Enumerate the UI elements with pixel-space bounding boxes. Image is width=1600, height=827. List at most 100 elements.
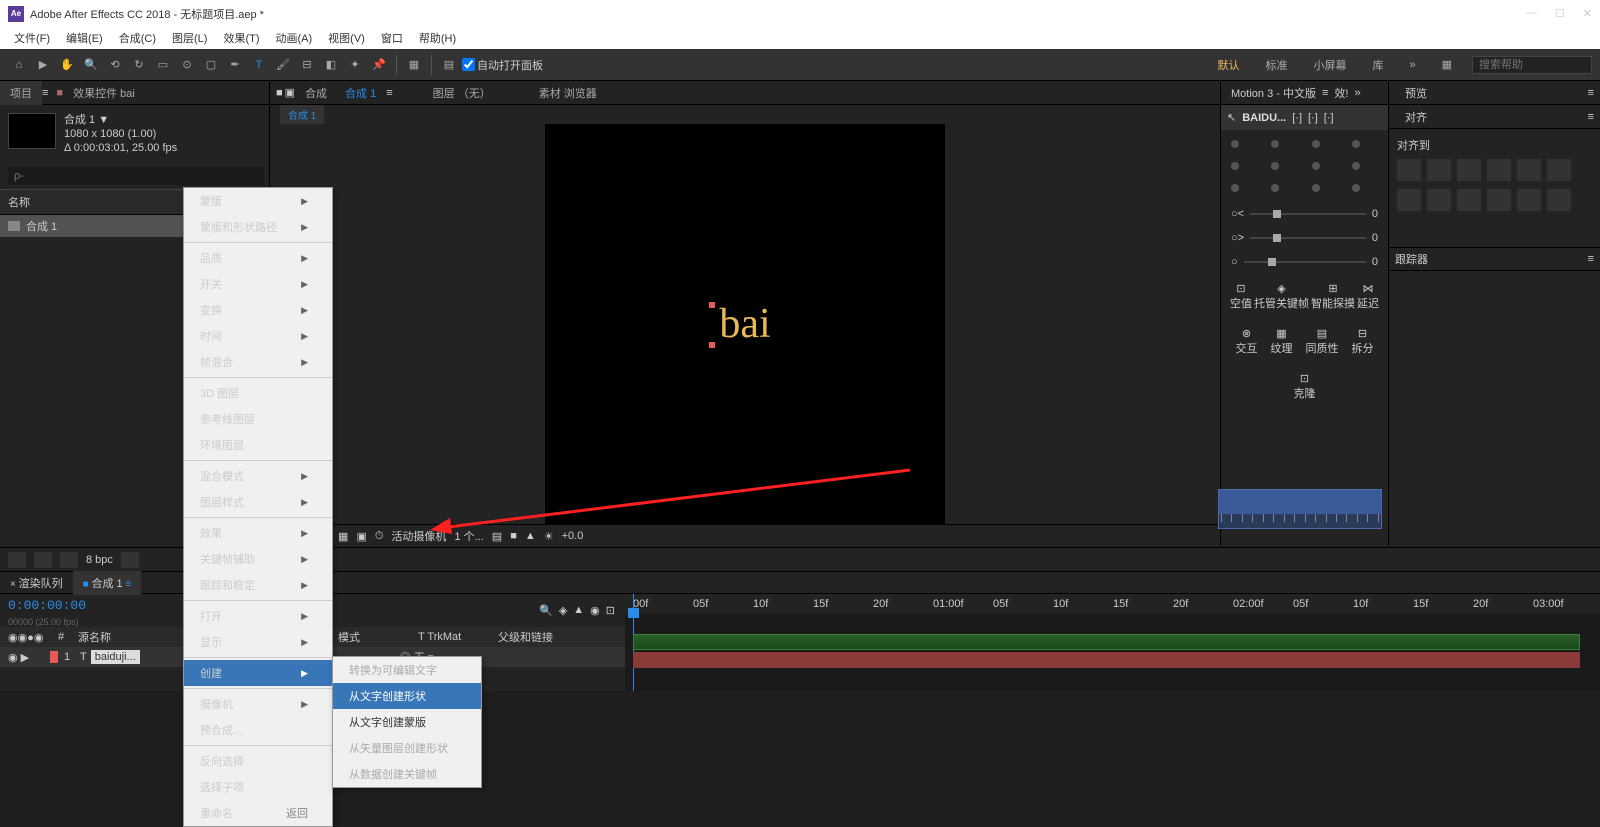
tab-fx[interactable]: 效! bbox=[1328, 81, 1354, 105]
align-right-button[interactable] bbox=[1457, 159, 1481, 181]
workspace-small[interactable]: 小屏幕 bbox=[1307, 55, 1352, 75]
tab-preview[interactable]: 预览 bbox=[1395, 81, 1437, 105]
col-trkmat[interactable]: T TrkMat bbox=[410, 631, 490, 643]
trash-button[interactable] bbox=[121, 552, 139, 568]
brush-tool[interactable]: 🖌 bbox=[272, 54, 294, 76]
exposure-value[interactable]: +0.0 bbox=[562, 530, 584, 542]
camera-dropdown[interactable]: 活动摄像机 bbox=[391, 528, 446, 544]
anchor-dot[interactable] bbox=[1231, 162, 1239, 170]
ctx-item-13[interactable]: 关键帧辅助▶ bbox=[184, 546, 332, 572]
zoom-tool[interactable]: 🔍 bbox=[80, 54, 102, 76]
anchor-dot[interactable] bbox=[1312, 140, 1320, 148]
ctx-item-22[interactable]: 重命名返回 bbox=[184, 800, 332, 826]
pan-behind-tool[interactable]: ⊙ bbox=[176, 54, 198, 76]
maximize-button[interactable]: ☐ bbox=[1555, 7, 1565, 20]
text-handle[interactable] bbox=[709, 302, 715, 308]
ctx-item-10[interactable]: 混合模式▶ bbox=[184, 463, 332, 489]
ctx-item-12[interactable]: 效果▶ bbox=[184, 520, 332, 546]
ctx-item-6[interactable]: 帧混合▶ bbox=[184, 349, 332, 375]
selection-tool[interactable]: ▶ bbox=[32, 54, 54, 76]
snap-icon[interactable]: ▦ bbox=[403, 54, 425, 76]
text-layer[interactable]: bai bbox=[719, 300, 770, 348]
menu-help[interactable]: 帮助(H) bbox=[413, 28, 462, 48]
col-source[interactable]: 源名称 bbox=[70, 629, 190, 645]
ctx-item-18[interactable]: 摄像机▶ bbox=[184, 691, 332, 717]
menu-file[interactable]: 文件(F) bbox=[8, 28, 56, 48]
ctx-item-5[interactable]: 时间▶ bbox=[184, 323, 332, 349]
eraser-tool[interactable]: ◧ bbox=[320, 54, 342, 76]
ctx-item-14[interactable]: 跟踪和稳定▶ bbox=[184, 572, 332, 598]
ctx-item-1[interactable]: 蒙版和形状路径▶ bbox=[184, 214, 332, 240]
menu-window[interactable]: 窗口 bbox=[375, 28, 409, 48]
workspace-grid-icon[interactable]: ▦ bbox=[1436, 56, 1458, 73]
anchor-dot[interactable] bbox=[1312, 162, 1320, 170]
roto-tool[interactable]: ✦ bbox=[344, 54, 366, 76]
anchor-dot[interactable] bbox=[1352, 140, 1360, 148]
ctx-item-0[interactable]: 蒙版▶ bbox=[184, 188, 332, 214]
ctx-item-21[interactable]: 选择子项 bbox=[184, 774, 332, 800]
workspace-standard[interactable]: 标准 bbox=[1259, 55, 1293, 75]
ctx-item-4[interactable]: 变换▶ bbox=[184, 297, 332, 323]
text-handle[interactable] bbox=[709, 342, 715, 348]
bracket-icon[interactable]: [·] bbox=[1324, 112, 1334, 124]
help-search[interactable] bbox=[1472, 56, 1592, 74]
slider-track[interactable] bbox=[1250, 213, 1366, 215]
tab-menu-icon[interactable]: ≡ bbox=[42, 87, 48, 99]
dist-top-button[interactable] bbox=[1487, 189, 1511, 211]
dist-hcenter-button[interactable] bbox=[1427, 189, 1451, 211]
exposure-icon[interactable]: ☀ bbox=[544, 530, 554, 543]
grid-icon[interactable]: ▦ bbox=[338, 530, 348, 543]
motion-null-button[interactable]: ⊡空值 bbox=[1230, 282, 1252, 311]
motion-interact-button[interactable]: ⊗交互 bbox=[1236, 327, 1258, 356]
motion-delay-button[interactable]: ⋈延迟 bbox=[1357, 282, 1379, 311]
layer-toggles[interactable]: ◉ ▶ bbox=[0, 651, 50, 664]
slider-thumb[interactable] bbox=[1268, 258, 1276, 266]
pen-tool[interactable]: ✒ bbox=[224, 54, 246, 76]
align-icon[interactable]: ▤ bbox=[438, 54, 460, 76]
pixel-icon[interactable]: ■ bbox=[510, 530, 517, 542]
col-number[interactable]: # bbox=[50, 631, 70, 643]
ctx-item-20[interactable]: 反向选择 bbox=[184, 748, 332, 774]
align-top-button[interactable] bbox=[1487, 159, 1511, 181]
tab-menu-icon[interactable]: ≡ bbox=[386, 87, 392, 99]
new-folder-button[interactable] bbox=[60, 552, 78, 568]
tab-effect-controls[interactable]: 效果控件 bai bbox=[63, 81, 145, 105]
tab-render-queue[interactable]: × 渲染队列 bbox=[0, 571, 73, 595]
panel-menu-icon[interactable]: ≡ bbox=[1588, 253, 1594, 265]
layer-color[interactable] bbox=[50, 651, 58, 663]
ctx-item-2[interactable]: 品质▶ bbox=[184, 245, 332, 271]
align-left-button[interactable] bbox=[1397, 159, 1421, 181]
motion-homog-button[interactable]: ▤同质性 bbox=[1306, 327, 1339, 356]
anchor-dot[interactable] bbox=[1231, 184, 1239, 192]
motion-texture-button[interactable]: ▦纹理 bbox=[1271, 327, 1293, 356]
align-vcenter-button[interactable] bbox=[1517, 159, 1541, 181]
bracket-icon[interactable]: [·] bbox=[1292, 112, 1302, 124]
tl-icon[interactable]: ◉ bbox=[590, 604, 600, 617]
workspace-library[interactable]: 库 bbox=[1366, 55, 1389, 75]
view-icon[interactable]: ▤ bbox=[492, 530, 502, 543]
menu-animation[interactable]: 动画(A) bbox=[270, 28, 319, 48]
layer-name[interactable]: baiduji... bbox=[91, 650, 140, 664]
menu-edit[interactable]: 编辑(E) bbox=[60, 28, 109, 48]
ctx-item-16[interactable]: 显示▶ bbox=[184, 629, 332, 655]
lock-icon[interactable]: ■ bbox=[276, 87, 283, 99]
viewer[interactable]: bai bbox=[270, 124, 1220, 524]
mask-icon[interactable]: ▣ bbox=[356, 530, 366, 543]
project-search[interactable] bbox=[8, 167, 264, 185]
anchor-dot[interactable] bbox=[1312, 184, 1320, 192]
slider-thumb[interactable] bbox=[1273, 234, 1281, 242]
minimize-button[interactable]: — bbox=[1526, 7, 1537, 20]
motion-clone-button[interactable]: ⊡克隆 bbox=[1294, 372, 1316, 401]
folder-icon[interactable]: ▣ bbox=[285, 86, 295, 99]
anchor-dot[interactable] bbox=[1352, 184, 1360, 192]
rotate-tool[interactable]: ↻ bbox=[128, 54, 150, 76]
time-navigator[interactable] bbox=[1218, 489, 1382, 529]
camera-tool[interactable]: ▭ bbox=[152, 54, 174, 76]
panel-menu-icon[interactable]: ≡ bbox=[1588, 111, 1594, 123]
panel-menu-icon[interactable]: ≡ bbox=[1588, 87, 1594, 99]
slider-track[interactable] bbox=[1244, 261, 1366, 263]
tab-align[interactable]: 对齐 bbox=[1395, 105, 1437, 129]
autopanel-checkbox[interactable] bbox=[462, 58, 475, 71]
folder-button[interactable] bbox=[8, 552, 26, 568]
timecode[interactable]: 0:00:00:00 bbox=[0, 594, 94, 617]
